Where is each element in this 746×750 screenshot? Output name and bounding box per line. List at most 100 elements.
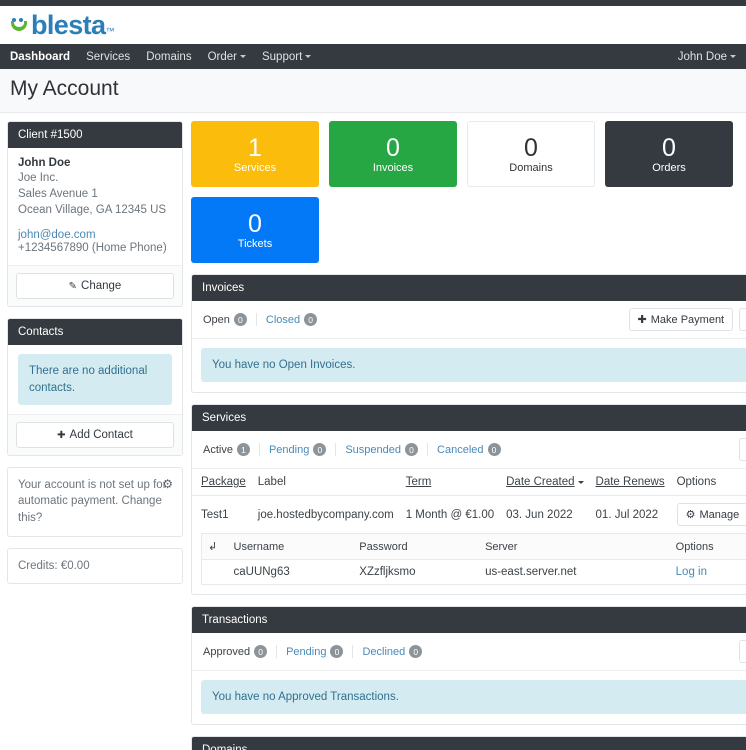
nav-item-dashboard[interactable]: Dashboard xyxy=(10,51,70,63)
filter-icon[interactable]: ▼ xyxy=(739,438,746,462)
login-link[interactable]: Log in xyxy=(670,560,746,585)
col-label: Date Renews xyxy=(595,476,665,489)
client-address-1: Sales Avenue 1 xyxy=(18,187,98,200)
col-password: Password xyxy=(353,533,480,561)
nav-label: Domains xyxy=(146,50,192,63)
col-date-renews[interactable]: Date Renews xyxy=(589,469,671,497)
nav-item-order[interactable]: Order xyxy=(208,51,246,63)
stat-label: Tickets xyxy=(237,237,273,250)
pencil-icon: ✎ xyxy=(68,281,78,293)
col-label: Package xyxy=(201,476,246,489)
logo-bar: blesta ™ xyxy=(0,6,746,44)
nav-label: Dashboard xyxy=(10,50,71,63)
tab-count-badge: 0 xyxy=(304,313,318,326)
stat-label: Services xyxy=(233,161,277,174)
stat-tiles: 1 Services 0 Invoices 0 Domains 0 Orders… xyxy=(191,121,746,263)
client-card-header: Client #1500 xyxy=(8,122,182,148)
add-contact-button[interactable]: ✚ Add Contact xyxy=(16,421,174,448)
tab-label: Closed xyxy=(265,313,301,326)
navbar-links: Dashboard Services Domains Order Support xyxy=(10,50,312,63)
cell-password: XZzfljksmo xyxy=(359,566,416,579)
col-package[interactable]: Package xyxy=(192,469,252,497)
stat-tile-services[interactable]: 1 Services xyxy=(191,121,319,187)
nav-item-services[interactable]: Services xyxy=(86,51,130,63)
client-address-2: Ocean Village, GA 12345 US xyxy=(18,203,167,216)
cell-term: 1 Month @ €1.00 xyxy=(405,508,495,521)
col-label: Options xyxy=(675,540,714,553)
make-payment-label: Make Payment xyxy=(650,313,725,326)
transactions-panel: Transactions Approved 0 Pending 0 Declin… xyxy=(191,606,746,726)
tab-transactions-pending[interactable]: Pending 0 xyxy=(276,645,352,659)
stat-tile-orders[interactable]: 0 Orders xyxy=(605,121,733,187)
tab-services-suspended[interactable]: Suspended 0 xyxy=(335,443,427,457)
col-label: Label xyxy=(257,476,286,489)
manage-service-button[interactable]: ⚙ Manage xyxy=(676,503,746,527)
col-server: Server xyxy=(479,533,670,561)
tab-count-badge: 0 xyxy=(330,645,344,659)
filter-icon[interactable]: ▼ xyxy=(739,640,746,664)
client-card: Client #1500 John Doe Joe Inc. Sales Ave… xyxy=(7,121,183,308)
filter-icon[interactable]: ▼ xyxy=(739,308,746,331)
make-payment-button[interactable]: ✚ Make Payment xyxy=(628,308,734,331)
col-label: Term xyxy=(405,476,432,489)
logo-text: blesta xyxy=(31,9,106,40)
stat-tile-invoices[interactable]: 0 Invoices xyxy=(329,121,457,187)
main-content: 1 Services 0 Invoices 0 Domains 0 Orders… xyxy=(191,121,746,750)
invoices-empty-wrap: You have no Open Invoices. xyxy=(192,339,746,392)
nav-item-support[interactable]: Support xyxy=(261,50,312,63)
blesta-smiley-icon xyxy=(10,15,30,35)
client-phone: +1234567890 (Home Phone) xyxy=(18,241,167,254)
table-row[interactable]: Test1 joe.hostedbycompany.com 1 Month @ … xyxy=(192,496,746,534)
services-panel-header: Services xyxy=(192,405,746,432)
tab-transactions-approved[interactable]: Approved 0 xyxy=(201,645,276,659)
tab-label: Pending xyxy=(286,645,327,658)
client-email-link[interactable]: john@doe.com xyxy=(18,229,172,241)
sidebar: Client #1500 John Doe Joe Inc. Sales Ave… xyxy=(7,121,183,595)
services-actions: ▼ xyxy=(739,438,746,462)
stat-tile-domains[interactable]: 0 Domains xyxy=(467,121,595,187)
nav-label: Support xyxy=(261,50,303,63)
plus-icon: ✚ xyxy=(57,429,66,441)
tab-services-active[interactable]: Active 1 xyxy=(201,443,259,457)
tab-invoices-open[interactable]: Open 0 xyxy=(201,313,256,326)
service-details-wrap: ↲ Username Password Server Options caUUN… xyxy=(192,533,746,594)
blesta-logo[interactable]: blesta ™ xyxy=(10,9,114,40)
client-company: Joe Inc. xyxy=(18,172,59,184)
tab-label: Suspended xyxy=(345,443,402,456)
col-term[interactable]: Term xyxy=(399,469,501,497)
stat-tile-tickets[interactable]: 0 Tickets xyxy=(191,197,319,263)
transactions-actions: ▼ xyxy=(739,640,746,664)
col-label: Server xyxy=(485,540,518,553)
tab-invoices-closed[interactable]: Closed 0 xyxy=(255,313,326,326)
stat-value: 0 xyxy=(524,133,538,162)
gear-icon: ⚙ xyxy=(685,509,696,522)
invoices-panel-header: Invoices xyxy=(192,275,746,301)
user-menu[interactable]: John Doe xyxy=(678,51,736,63)
stat-label: Domains xyxy=(509,161,553,174)
tab-count-badge: 0 xyxy=(313,443,327,457)
tab-label: Pending xyxy=(268,443,310,456)
credits-label: Credits: €0.00 xyxy=(18,559,90,572)
tab-services-pending[interactable]: Pending 0 xyxy=(258,443,335,457)
col-date-created[interactable]: Date Created xyxy=(500,469,590,497)
change-client-label: Change xyxy=(81,280,122,293)
col-username: Username xyxy=(227,533,354,561)
stat-value: 0 xyxy=(248,209,262,238)
chevron-down-icon xyxy=(239,54,246,58)
auto-payment-note[interactable]: ⚙ Your account is not set up for automat… xyxy=(7,466,183,537)
table-row: caUUNg63 XZzfljksmo us-east.server.net L… xyxy=(202,560,746,585)
tab-count-badge: 0 xyxy=(409,645,423,659)
tab-transactions-declined[interactable]: Declined 0 xyxy=(352,645,431,659)
tab-count-badge: 0 xyxy=(487,443,501,457)
return-arrow-icon: ↲ xyxy=(201,533,228,561)
user-menu-label: John Doe xyxy=(677,50,727,63)
nav-item-domains[interactable]: Domains xyxy=(146,51,191,63)
gear-icon[interactable]: ⚙ xyxy=(162,476,173,493)
change-client-button[interactable]: ✎ Change xyxy=(16,273,174,300)
contacts-card-header: Contacts xyxy=(8,319,182,346)
cell-label: joe.hostedbycompany.com xyxy=(257,508,394,521)
contacts-card-footer: ✚ Add Contact xyxy=(8,413,182,455)
credentials-table-head: ↲ Username Password Server Options xyxy=(201,533,746,561)
tab-services-canceled[interactable]: Canceled 0 xyxy=(427,443,509,457)
nav-label: Order xyxy=(207,50,237,63)
